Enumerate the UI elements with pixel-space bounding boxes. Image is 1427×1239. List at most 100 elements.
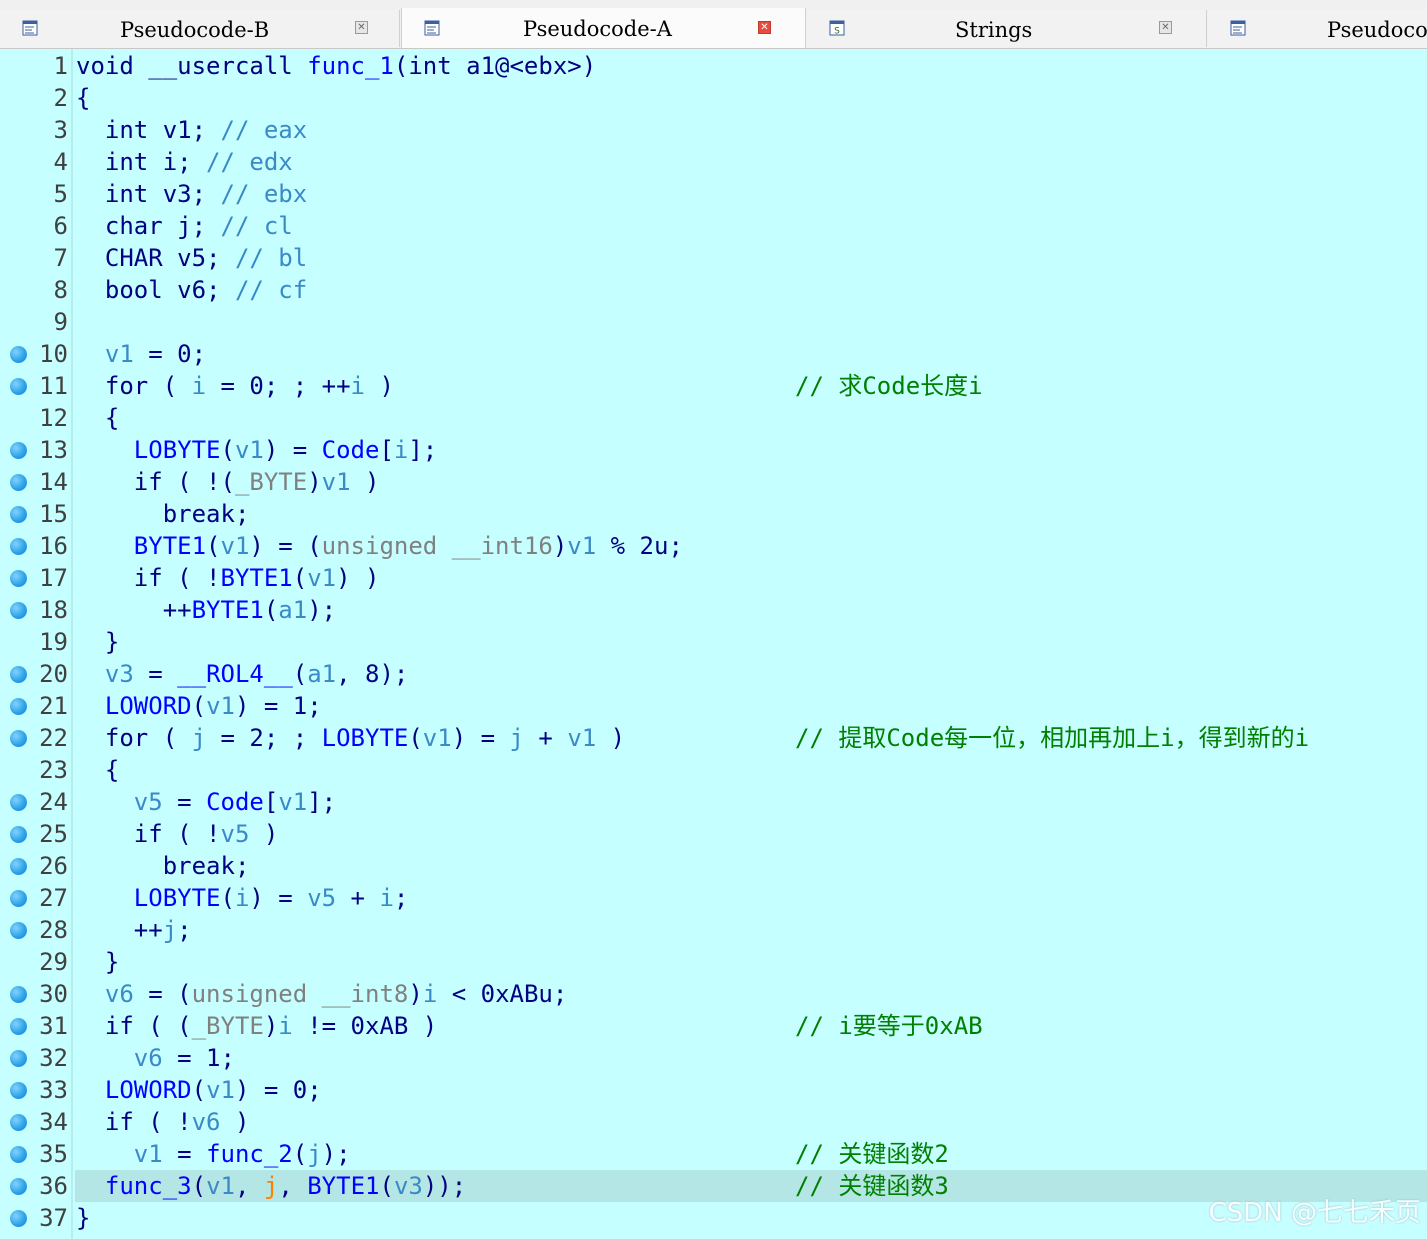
breakpoint-icon[interactable] [10, 538, 27, 555]
code-token: j [509, 724, 524, 752]
breakpoint-icon[interactable] [10, 698, 27, 715]
code-line[interactable]: 32 v6 = 1; [0, 1042, 1427, 1074]
code-line[interactable]: 12 { [0, 402, 1427, 434]
code-line[interactable]: 35 v1 = func_2(j); // 关键函数2 [0, 1138, 1427, 1170]
code-line[interactable]: 21 LOWORD(v1) = 1; [0, 690, 1427, 722]
breakpoint-icon[interactable] [10, 1210, 27, 1227]
code-line[interactable]: 15 break; [0, 498, 1427, 530]
breakpoint-icon[interactable] [10, 1178, 27, 1195]
line-number: 34 [39, 1108, 68, 1136]
code-line[interactable]: 13 LOBYTE(v1) = Code[i]; [0, 434, 1427, 466]
code-line[interactable]: 29 } [0, 946, 1427, 978]
code-line[interactable]: 2{ [0, 82, 1427, 114]
code-line[interactable]: 9 [0, 306, 1427, 338]
code-line[interactable]: 14 if ( !(_BYTE)v1 ) [0, 466, 1427, 498]
code-line[interactable]: 27 LOBYTE(i) = v5 + i; [0, 882, 1427, 914]
breakpoint-icon[interactable] [10, 570, 27, 587]
code-text: if ( !v6 ) [76, 1106, 250, 1138]
pseudocode-icon [424, 20, 440, 36]
code-text: LOWORD(v1) = 0; [76, 1074, 322, 1106]
breakpoint-icon[interactable] [10, 442, 27, 459]
breakpoint-icon[interactable] [10, 1082, 27, 1099]
code-token: unsigned __int16 [321, 532, 553, 560]
tab-strings[interactable]: S Strings ✕ [807, 10, 1207, 47]
line-number: 11 [39, 372, 68, 400]
code-text: v1 = func_2(j); [76, 1138, 351, 1170]
line-number: 7 [53, 244, 68, 272]
code-line[interactable]: 20 v3 = __ROL4__(a1, 8); [0, 658, 1427, 690]
code-text: ++j; [76, 914, 192, 946]
code-line[interactable]: 1 void __usercall func_1(int a1@<ebx>) [0, 50, 1427, 82]
code-token: _BYTE [234, 468, 308, 496]
code-text: BYTE1(v1) = (unsigned __int16)v1 % 2u; [76, 530, 683, 562]
line-number: 15 [39, 500, 68, 528]
watermark: CSDN @七七禾页 [1208, 1198, 1421, 1228]
code-line[interactable]: 4 int i; // edx [0, 146, 1427, 178]
code-line[interactable]: 5 int v3; // ebx [0, 178, 1427, 210]
breakpoint-icon[interactable] [10, 858, 27, 875]
breakpoint-icon[interactable] [10, 794, 27, 811]
breakpoint-icon[interactable] [10, 602, 27, 619]
tab-label: Pseudocode-A [523, 17, 672, 41]
code-line[interactable]: 8 bool v6; // cf [0, 274, 1427, 306]
tab-label: Pseudocode-B [120, 18, 270, 42]
code-token: + [523, 724, 568, 752]
code-line[interactable]: 16 BYTE1(v1) = (unsigned __int16)v1 % 2u… [0, 530, 1427, 562]
breakpoint-icon[interactable] [10, 890, 27, 907]
code-line[interactable]: 23 { [0, 754, 1427, 786]
breakpoint-icon[interactable] [10, 1146, 27, 1163]
breakpoint-icon[interactable] [10, 346, 27, 363]
code-line[interactable]: 6 char j; // cl [0, 210, 1427, 242]
code-line[interactable]: 25 if ( !v5 ) [0, 818, 1427, 850]
code-line[interactable]: 17 if ( !BYTE1(v1) ) [0, 562, 1427, 594]
code-token: ) [408, 980, 423, 1008]
code-line[interactable]: 22 for ( j = 2; ; LOBYTE(v1) = j + v1 ) /… [0, 722, 1427, 754]
code-line[interactable]: 7 CHAR v5; // bl [0, 242, 1427, 274]
code-text: LOBYTE(v1) = Code[i]; [76, 434, 437, 466]
breakpoint-icon[interactable] [10, 986, 27, 1003]
code-line[interactable]: 31 if ( (_BYTE)i != 0xAB ) // i要等于0xAB [0, 1010, 1427, 1042]
breakpoint-icon[interactable] [10, 666, 27, 683]
breakpoint-icon[interactable] [10, 1114, 27, 1131]
breakpoint-icon[interactable] [10, 922, 27, 939]
tab-pseudocode-c[interactable]: Pseudocode-C [1208, 10, 1427, 47]
breakpoint-icon[interactable] [10, 1050, 27, 1067]
code-line[interactable]: 3 int v1; // eax [0, 114, 1427, 146]
code-token: _BYTE [191, 1012, 264, 1040]
code-line[interactable]: 10 v1 = 0; [0, 338, 1427, 370]
line-number: 22 [39, 724, 68, 752]
code-line[interactable]: 34 if ( !v6 ) [0, 1106, 1427, 1138]
breakpoint-icon[interactable] [10, 730, 27, 747]
tab-pseudocode-b[interactable]: Pseudocode-B ✕ [0, 10, 400, 47]
code-token: ) [220, 1108, 250, 1136]
code-line[interactable]: 30 v6 = (unsigned __int8)i < 0xABu; [0, 978, 1427, 1010]
line-number: 4 [53, 148, 68, 176]
code-token: func_2 [206, 1140, 293, 1168]
breakpoint-icon[interactable] [10, 826, 27, 843]
code-line[interactable]: 11 for ( i = 0; ; ++i ) // 求Code长度i [0, 370, 1427, 402]
code-token: ) = [249, 884, 308, 912]
code-line[interactable]: 26 break; [0, 850, 1427, 882]
line-number: 8 [53, 276, 68, 304]
code-line[interactable]: 19 } [0, 626, 1427, 658]
code-text: if ( !(_BYTE)v1 ) [76, 466, 380, 498]
close-icon[interactable]: ✕ [355, 21, 368, 34]
breakpoint-icon[interactable] [10, 506, 27, 523]
close-icon[interactable]: ✕ [758, 21, 771, 34]
code-line[interactable]: 24 v5 = Code[v1]; [0, 786, 1427, 818]
code-token: i [278, 1012, 293, 1040]
breakpoint-icon[interactable] [10, 474, 27, 491]
code-token: v1 [104, 340, 134, 368]
tab-pseudocode-a[interactable]: Pseudocode-A ✕ [401, 8, 806, 48]
code-line[interactable]: 28 ++j; [0, 914, 1427, 946]
code-token: v3 [393, 1172, 423, 1200]
code-token: ( [220, 436, 235, 464]
code-token: a1 [278, 596, 308, 624]
breakpoint-icon[interactable] [10, 1018, 27, 1035]
pseudocode-editor[interactable]: 1 void __usercall func_1(int a1@<ebx>) 2{3… [0, 49, 1427, 1239]
close-icon[interactable]: ✕ [1159, 21, 1172, 34]
breakpoint-icon[interactable] [10, 378, 27, 395]
code-line[interactable]: 18 ++BYTE1(a1); [0, 594, 1427, 626]
code-token: LOWORD [104, 1076, 192, 1104]
code-line[interactable]: 33 LOWORD(v1) = 0; [0, 1074, 1427, 1106]
